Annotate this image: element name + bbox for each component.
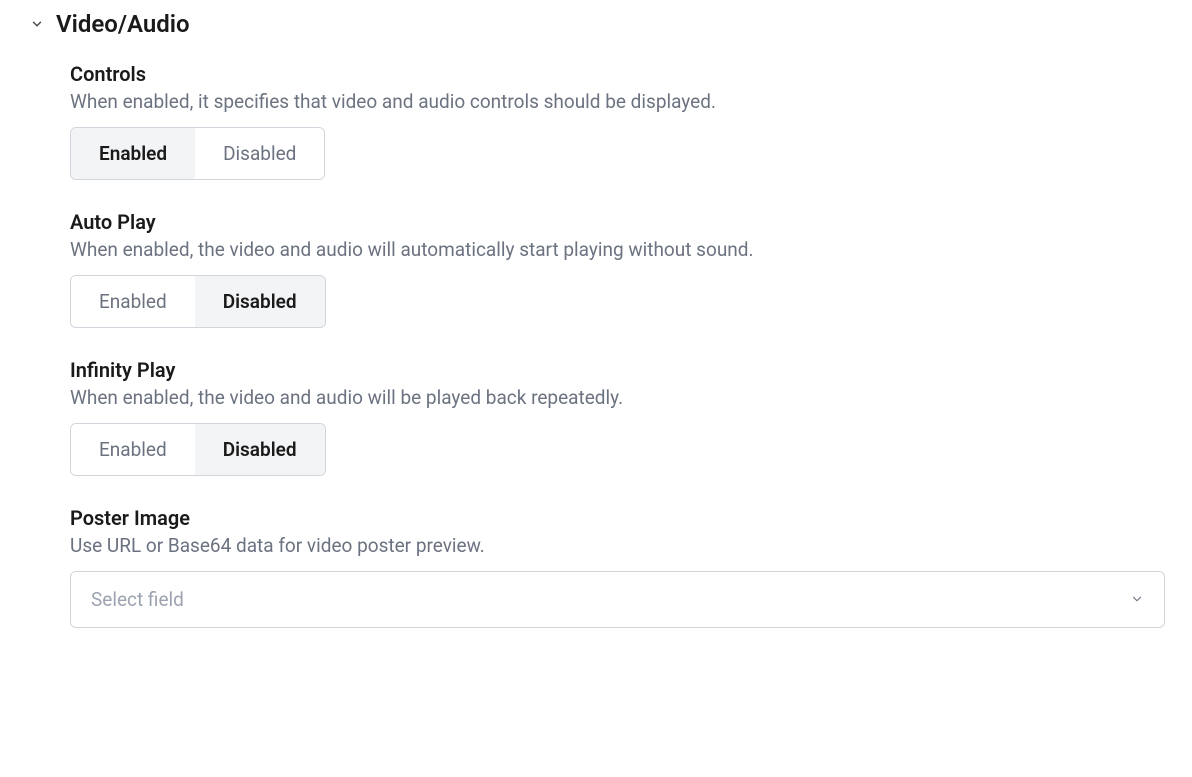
autoplay-enabled-button[interactable]: Enabled bbox=[71, 276, 195, 327]
controls-enabled-button[interactable]: Enabled bbox=[71, 128, 195, 179]
setting-controls-title: Controls bbox=[70, 62, 1172, 86]
setting-controls: Controls When enabled, it specifies that… bbox=[70, 62, 1172, 180]
setting-autoplay-title: Auto Play bbox=[70, 210, 1172, 234]
autoplay-disabled-button[interactable]: Disabled bbox=[195, 276, 325, 327]
autoplay-toggle-group: Enabled Disabled bbox=[70, 275, 326, 328]
poster-select-placeholder: Select field bbox=[91, 588, 184, 611]
setting-infinity-title: Infinity Play bbox=[70, 358, 1172, 382]
section-title: Video/Audio bbox=[56, 10, 190, 38]
chevron-down-icon bbox=[1130, 588, 1144, 611]
controls-disabled-button[interactable]: Disabled bbox=[195, 128, 324, 179]
infinity-toggle-group: Enabled Disabled bbox=[70, 423, 326, 476]
chevron-down-icon bbox=[28, 15, 46, 33]
setting-autoplay-description: When enabled, the video and audio will a… bbox=[70, 238, 1172, 261]
setting-infinity-description: When enabled, the video and audio will b… bbox=[70, 386, 1172, 409]
setting-autoplay: Auto Play When enabled, the video and au… bbox=[70, 210, 1172, 328]
setting-infinity: Infinity Play When enabled, the video an… bbox=[70, 358, 1172, 476]
setting-poster-description: Use URL or Base64 data for video poster … bbox=[70, 534, 1172, 557]
section-header[interactable]: Video/Audio bbox=[28, 10, 1172, 38]
infinity-disabled-button[interactable]: Disabled bbox=[195, 424, 325, 475]
setting-poster-title: Poster Image bbox=[70, 506, 1172, 530]
controls-toggle-group: Enabled Disabled bbox=[70, 127, 325, 180]
setting-controls-description: When enabled, it specifies that video an… bbox=[70, 90, 1172, 113]
setting-poster: Poster Image Use URL or Base64 data for … bbox=[70, 506, 1172, 628]
poster-select-field[interactable]: Select field bbox=[70, 571, 1165, 628]
infinity-enabled-button[interactable]: Enabled bbox=[71, 424, 195, 475]
